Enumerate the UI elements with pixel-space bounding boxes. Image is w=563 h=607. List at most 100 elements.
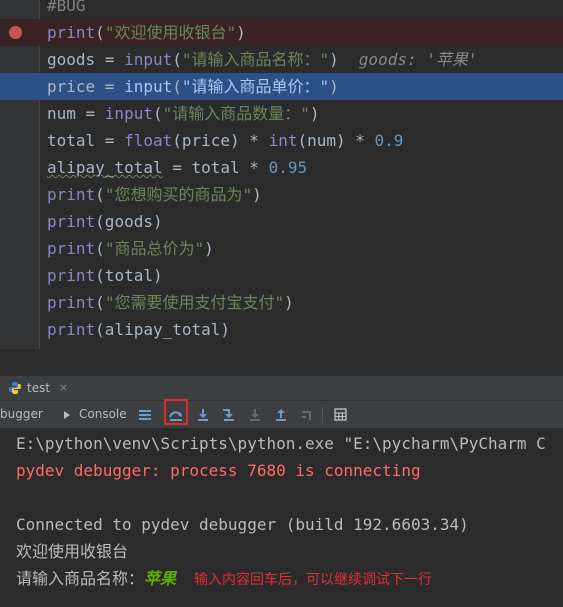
code-token: 0.9 <box>374 131 404 150</box>
tab-console-label: Console <box>79 407 127 421</box>
code-line[interactable]: print("您需要使用支付宝支付") <box>0 289 563 316</box>
code-token: "欢迎使用收银台" <box>104 23 237 42</box>
code-token: #BUG <box>47 0 86 15</box>
code-token: "商品总价为" <box>104 239 205 258</box>
debug-toolbar: bugger Console <box>0 401 563 429</box>
step-into-icon <box>198 408 208 421</box>
calculator-icon <box>333 408 347 421</box>
code-text: goods = input("请输入商品名称：") goods: '苹果' <box>47 46 478 73</box>
code-token: ) <box>329 77 339 96</box>
code-token: ( <box>95 239 105 258</box>
tab-debugger[interactable]: bugger <box>0 401 43 428</box>
code-token: print <box>47 23 96 42</box>
code-text: print(alipay_total) <box>47 316 230 343</box>
code-text: #BUG <box>47 0 86 19</box>
code-text: print("商品总价为") <box>47 235 214 262</box>
tab-debugger-label: bugger <box>0 407 43 421</box>
code-token: ( <box>172 50 182 69</box>
code-token: int <box>268 131 298 150</box>
code-line[interactable]: #BUG <box>0 0 563 19</box>
step-out-icon <box>276 408 286 421</box>
code-token: alipay_total <box>47 158 163 177</box>
code-token: price = <box>47 77 125 96</box>
console-output-welcome: 欢迎使用收银台 <box>16 542 129 561</box>
code-line[interactable]: price = input("请输入商品单价：") <box>0 73 563 100</box>
code-line[interactable]: num = input("请输入商品数量：") <box>0 100 563 127</box>
code-token: "请输入商品数量：" <box>162 104 310 123</box>
code-token: ) <box>204 239 214 258</box>
code-text: print("您想购买的商品为") <box>47 181 262 208</box>
code-token: (goods) <box>95 212 163 231</box>
close-icon[interactable]: × <box>59 379 68 397</box>
code-token: (price) * <box>172 131 269 150</box>
code-token: ( <box>152 104 163 123</box>
code-text: print("欢迎使用收银台") <box>47 19 246 46</box>
run-tool-window-header: test × <box>0 376 563 401</box>
step-over-highlight-box <box>164 399 188 425</box>
code-token: input <box>124 77 173 96</box>
step-out-button[interactable] <box>271 405 291 424</box>
code-token: ( <box>172 77 182 96</box>
code-token: print <box>47 320 96 339</box>
console-icon <box>64 410 70 419</box>
code-token: input <box>124 50 173 69</box>
code-token: num = <box>47 104 105 123</box>
run-to-cursor-button[interactable] <box>297 405 317 424</box>
inline-variable-hint: goods: '苹果' <box>358 50 478 69</box>
code-token: print <box>47 239 96 258</box>
console-debugger-message: pydev debugger: process 7680 is connecti… <box>16 461 421 480</box>
force-step-into-button[interactable] <box>245 405 265 424</box>
code-line[interactable]: print("您想购买的商品为") <box>0 181 563 208</box>
code-token: ( <box>95 23 105 42</box>
code-text: print(goods) <box>47 208 163 235</box>
code-token: "您需要使用支付宝支付" <box>104 293 285 312</box>
code-line[interactable]: alipay_total = total * 0.95 <box>0 154 563 181</box>
code-line[interactable]: goods = input("请输入商品名称：") goods: '苹果' <box>0 46 563 73</box>
code-token: ) <box>252 185 262 204</box>
code-line[interactable]: print(alipay_total) <box>0 316 563 343</box>
code-token: (num) * <box>297 131 375 150</box>
tab-console[interactable]: Console <box>62 401 127 428</box>
code-token: ( <box>95 185 105 204</box>
console-command-line: E:\python\venv\Scripts\python.exe "E:\py… <box>16 434 546 453</box>
tab-test[interactable]: test × <box>8 379 68 397</box>
console-input-line[interactable]: 请输入商品名称：苹果 输入内容回车后，可以继续调试下一行 <box>16 565 432 592</box>
code-line[interactable]: print("商品总价为") <box>0 235 563 262</box>
code-text: total = float(price) * int(num) * 0.9 <box>47 127 403 154</box>
step-into-my-code-button[interactable] <box>219 405 239 424</box>
code-token: ) <box>329 50 339 69</box>
code-token: float <box>124 131 173 150</box>
code-text: alipay_total = total * 0.95 <box>47 154 307 181</box>
code-token: (alipay_total) <box>95 320 231 339</box>
code-token: "请输入商品单价：" <box>181 77 330 96</box>
annotation-note: 输入内容回车后，可以继续调试下一行 <box>194 572 433 588</box>
step-into-my-code-icon <box>223 408 234 421</box>
code-text: print("您需要使用支付宝支付") <box>47 289 294 316</box>
evaluate-expression-button[interactable] <box>330 405 350 424</box>
step-into-button[interactable] <box>193 405 213 424</box>
code-token: = total * <box>162 158 269 177</box>
code-text: print(total) <box>47 262 163 289</box>
code-token: print <box>47 212 96 231</box>
tab-test-label: test <box>27 381 51 395</box>
code-token: "请输入商品名称：" <box>181 50 330 69</box>
code-line[interactable]: print(total) <box>0 262 563 289</box>
list-icon <box>139 409 151 420</box>
code-token: ) <box>284 293 294 312</box>
code-token: ( <box>95 293 105 312</box>
code-token: ) <box>309 104 320 123</box>
console-input-value[interactable]: 苹果 <box>144 569 176 588</box>
code-line[interactable]: print(goods) <box>0 208 563 235</box>
show-frames-button[interactable] <box>135 405 155 424</box>
breakpoint-icon[interactable] <box>9 26 22 39</box>
code-editor[interactable]: #BUG print("欢迎使用收银台") goods = input("请输入商品… <box>0 0 563 349</box>
code-line[interactable]: print("欢迎使用收银台") <box>0 19 563 46</box>
code-text: price = input("请输入商品单价：") <box>47 73 339 100</box>
code-token: 0.95 <box>268 158 308 177</box>
code-token: goods = <box>47 50 125 69</box>
force-step-into-icon <box>250 408 260 421</box>
console-output[interactable]: E:\python\venv\Scripts\python.exe "E:\py… <box>0 428 563 607</box>
console-connected-message: Connected to pydev debugger (build 192.6… <box>16 515 469 534</box>
code-token: total = <box>47 131 125 150</box>
code-line[interactable]: total = float(price) * int(num) * 0.9 <box>0 127 563 154</box>
